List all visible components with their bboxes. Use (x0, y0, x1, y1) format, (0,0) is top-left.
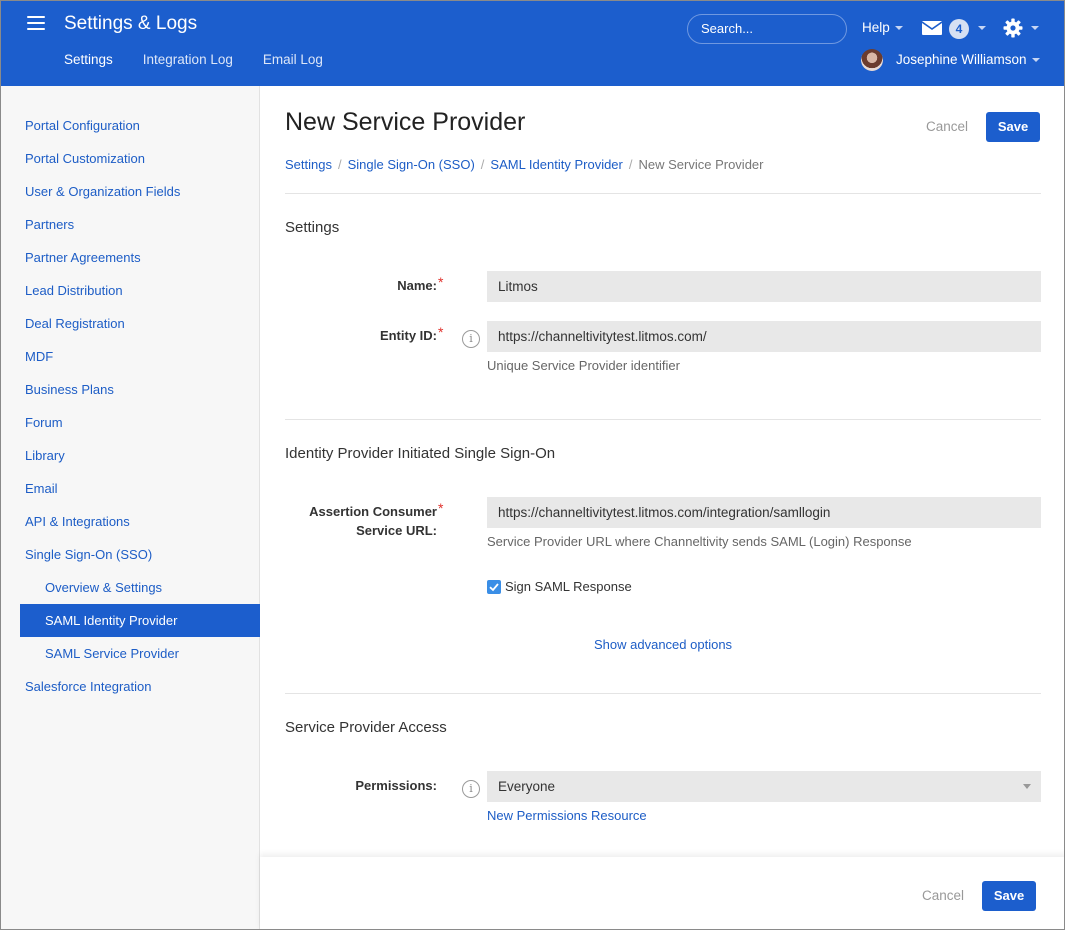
sidebar-item-overview-settings[interactable]: Overview & Settings (1, 571, 260, 604)
section-title-settings: Settings (285, 219, 340, 236)
cancel-button-bottom[interactable]: Cancel (922, 888, 964, 903)
divider (285, 693, 1041, 694)
search-input[interactable]: Search... (687, 14, 847, 44)
acs-label-line2: Service URL: (356, 523, 437, 538)
divider (285, 193, 1041, 194)
sidebar-item-portal-customization[interactable]: Portal Customization (1, 142, 260, 175)
cancel-button[interactable]: Cancel (926, 119, 968, 134)
app-window: Settings & Logs Settings Integration Log… (0, 0, 1065, 930)
sidebar-item-single-sign-on[interactable]: Single Sign-On (SSO) (1, 538, 260, 571)
tab-email-log[interactable]: Email Log (263, 52, 323, 67)
chevron-down-icon (1023, 784, 1031, 789)
mail-icon[interactable] (922, 21, 942, 35)
breadcrumb-current: New Service Provider (638, 157, 764, 172)
tab-integration-log[interactable]: Integration Log (143, 52, 233, 67)
info-icon[interactable]: i (462, 330, 480, 348)
sidebar-item-email[interactable]: Email (1, 472, 260, 505)
page-title: New Service Provider (285, 108, 526, 136)
entity-id-field[interactable]: https://channeltivitytest.litmos.com/ (487, 321, 1041, 352)
acs-label-line1: Assertion Consumer (309, 504, 437, 519)
divider (285, 419, 1041, 420)
breadcrumb-separator: / (337, 157, 342, 172)
gear-icon[interactable] (1003, 18, 1023, 38)
section-title-idp-initiated: Identity Provider Initiated Single Sign-… (285, 445, 556, 462)
info-icon[interactable]: i (462, 780, 480, 798)
help-menu[interactable]: Help (862, 20, 903, 35)
name-label: Name: (397, 278, 437, 293)
acs-url-help: Service Provider URL where Channeltivity… (487, 534, 912, 549)
show-advanced-options-link[interactable]: Show advanced options (594, 637, 732, 652)
sidebar-item-forum[interactable]: Forum (1, 406, 260, 439)
section-title-access: Service Provider Access (285, 719, 447, 736)
permissions-label: Permissions: (355, 778, 437, 793)
sidebar-item-salesforce-integration[interactable]: Salesforce Integration (1, 670, 260, 703)
menu-icon[interactable] (27, 16, 45, 30)
sidebar-item-user-organization-fields[interactable]: User & Organization Fields (1, 175, 260, 208)
sidebar-item-partners[interactable]: Partners (1, 208, 260, 241)
permissions-select[interactable]: Everyone (487, 771, 1041, 802)
breadcrumb-separator: / (480, 157, 485, 172)
tab-settings[interactable]: Settings (64, 52, 113, 67)
mail-count-badge: 4 (949, 19, 969, 39)
required-marker: * (438, 274, 444, 290)
chevron-down-icon[interactable] (978, 26, 986, 30)
app-title: Settings & Logs (64, 13, 198, 34)
breadcrumb-sso[interactable]: Single Sign-On (SSO) (348, 157, 475, 172)
sign-saml-label[interactable]: Sign SAML Response (505, 579, 632, 594)
sub-navigation: Settings Integration Log Email Log (64, 52, 323, 67)
sidebar-item-saml-service-provider[interactable]: SAML Service Provider (1, 637, 260, 670)
chevron-down-icon (894, 26, 903, 31)
new-permissions-resource-link[interactable]: New Permissions Resource (487, 808, 647, 823)
help-label: Help (862, 20, 890, 35)
chevron-down-icon[interactable] (1031, 26, 1039, 30)
sidebar-item-library[interactable]: Library (1, 439, 260, 472)
avatar[interactable] (861, 49, 883, 71)
chevron-down-icon[interactable] (1032, 58, 1040, 62)
sidebar-item-business-plans[interactable]: Business Plans (1, 373, 260, 406)
required-marker: * (438, 500, 444, 516)
sidebar-item-deal-registration[interactable]: Deal Registration (1, 307, 260, 340)
sidebar-item-lead-distribution[interactable]: Lead Distribution (1, 274, 260, 307)
acs-url-field[interactable]: https://channeltivitytest.litmos.com/int… (487, 497, 1041, 528)
sign-saml-checkbox[interactable] (487, 580, 501, 594)
sidebar-item-portal-configuration[interactable]: Portal Configuration (1, 109, 260, 142)
breadcrumb-settings[interactable]: Settings (285, 157, 332, 172)
top-header: Settings & Logs Settings Integration Log… (1, 1, 1064, 86)
sidebar-item-saml-identity-provider[interactable]: SAML Identity Provider (20, 604, 260, 637)
entity-id-label: Entity ID: (379, 328, 437, 343)
save-button[interactable]: Save (986, 112, 1040, 142)
entity-id-help: Unique Service Provider identifier (487, 358, 680, 373)
sidebar-item-partner-agreements[interactable]: Partner Agreements (1, 241, 260, 274)
name-field[interactable]: Litmos (487, 271, 1041, 302)
breadcrumb: Settings / Single Sign-On (SSO) / SAML Ident… (285, 157, 764, 172)
sidebar-item-mdf[interactable]: MDF (1, 340, 260, 373)
sidebar-item-api-integrations[interactable]: API & Integrations (1, 505, 260, 538)
user-name[interactable]: Josephine Williamson (896, 52, 1027, 67)
required-marker: * (438, 324, 444, 340)
save-button-bottom[interactable]: Save (982, 881, 1036, 911)
breadcrumb-separator: / (628, 157, 633, 172)
checkmark-icon (489, 583, 499, 592)
breadcrumb-saml-identity-provider[interactable]: SAML Identity Provider (490, 157, 622, 172)
